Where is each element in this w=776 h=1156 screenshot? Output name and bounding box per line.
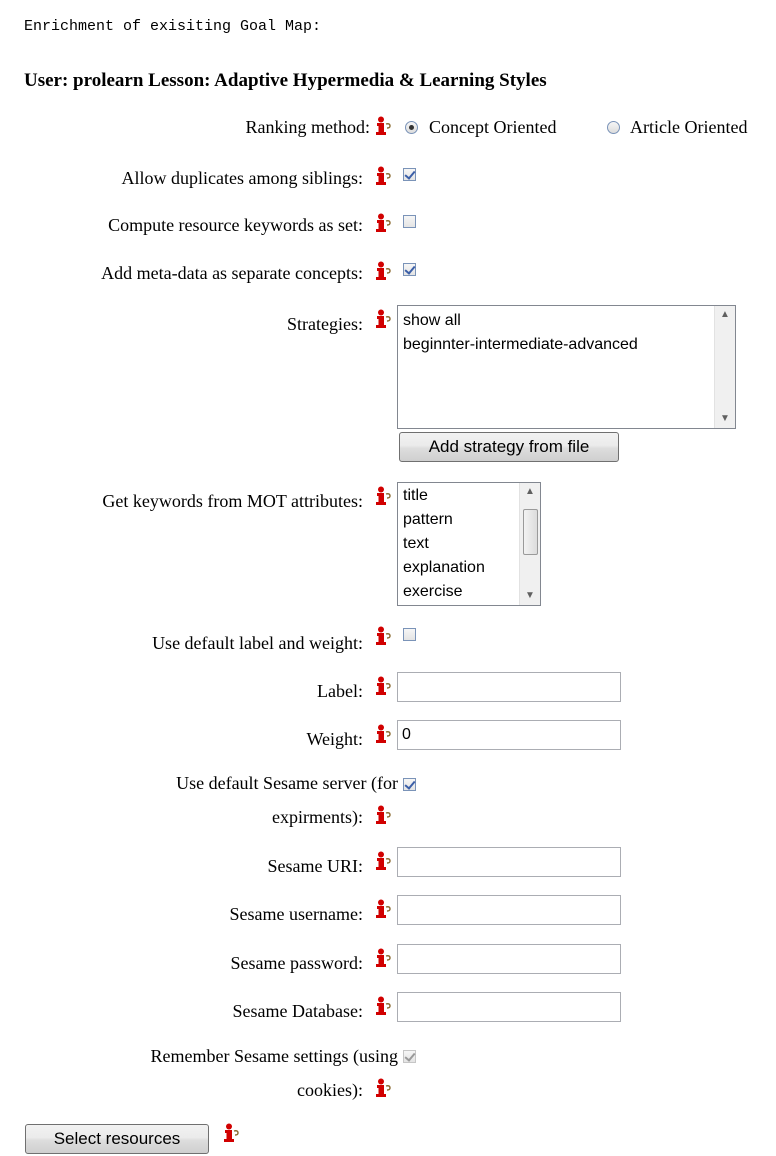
scroll-down-icon[interactable]: ▼ bbox=[520, 587, 540, 605]
user-lesson-heading: User: prolearn Lesson: Adaptive Hypermed… bbox=[24, 70, 547, 91]
info-icon[interactable] bbox=[375, 116, 391, 136]
info-icon[interactable] bbox=[375, 724, 391, 744]
page-title: Enrichment of exisiting Goal Map: bbox=[24, 18, 322, 35]
sesame-uri-input[interactable] bbox=[397, 847, 621, 877]
default-sesame-label: Use default Sesame server (for bbox=[176, 773, 398, 793]
scroll-thumb[interactable] bbox=[523, 509, 538, 555]
info-icon[interactable] bbox=[223, 1123, 239, 1143]
scroll-up-icon[interactable]: ▲ bbox=[520, 483, 540, 501]
mot-attributes-listbox[interactable]: title pattern text explanation exercise … bbox=[397, 482, 541, 606]
article-oriented-radio[interactable] bbox=[607, 121, 620, 134]
scroll-up-icon[interactable]: ▲ bbox=[715, 306, 735, 324]
default-sesame-label-cont: expirments): bbox=[272, 807, 363, 827]
info-icon[interactable] bbox=[375, 213, 391, 233]
info-icon[interactable] bbox=[375, 261, 391, 281]
label-input[interactable] bbox=[397, 672, 621, 702]
info-icon[interactable] bbox=[375, 166, 391, 186]
remember-sesame-label: Remember Sesame settings (using bbox=[150, 1046, 398, 1066]
mot-attributes-scrollbar[interactable]: ▲ ▼ bbox=[519, 483, 540, 605]
concept-oriented-label: Concept Oriented bbox=[429, 117, 557, 137]
sesame-database-input[interactable] bbox=[397, 992, 621, 1022]
info-icon[interactable] bbox=[375, 948, 391, 968]
strategies-listbox[interactable]: show all beginnter-intermediate-advanced… bbox=[397, 305, 736, 429]
default-label-weight-checkbox[interactable] bbox=[403, 628, 416, 641]
strategies-scrollbar[interactable]: ▲ ▼ bbox=[714, 306, 735, 428]
label-field-label: Label: bbox=[317, 681, 363, 701]
sesame-username-input[interactable] bbox=[397, 895, 621, 925]
select-resources-button[interactable]: Select resources bbox=[25, 1124, 209, 1154]
list-item[interactable]: show all bbox=[398, 309, 735, 333]
add-strategy-button[interactable]: Add strategy from file bbox=[399, 432, 619, 462]
info-icon[interactable] bbox=[375, 626, 391, 646]
remember-sesame-label-cont: cookies): bbox=[297, 1080, 363, 1100]
strategies-label: Strategies: bbox=[287, 314, 363, 334]
default-sesame-checkbox[interactable] bbox=[403, 778, 416, 791]
allow-duplicates-checkbox[interactable] bbox=[403, 168, 416, 181]
meta-data-checkbox[interactable] bbox=[403, 263, 416, 276]
info-icon[interactable] bbox=[375, 676, 391, 696]
keywords-as-set-checkbox[interactable] bbox=[403, 215, 416, 228]
weight-field-label: Weight: bbox=[306, 729, 363, 749]
keywords-as-set-label: Compute resource keywords as set: bbox=[108, 215, 363, 235]
sesame-password-input[interactable] bbox=[397, 944, 621, 974]
scroll-down-icon[interactable]: ▼ bbox=[715, 410, 735, 428]
info-icon[interactable] bbox=[375, 1078, 391, 1098]
remember-sesame-checkbox bbox=[403, 1050, 416, 1063]
info-icon[interactable] bbox=[375, 486, 391, 506]
sesame-uri-label: Sesame URI: bbox=[267, 856, 363, 876]
sesame-database-label: Sesame Database: bbox=[232, 1001, 363, 1021]
ranking-method-label: Ranking method: bbox=[245, 117, 371, 137]
concept-oriented-radio[interactable] bbox=[405, 121, 418, 134]
info-icon[interactable] bbox=[375, 309, 391, 329]
sesame-username-label: Sesame username: bbox=[229, 904, 363, 924]
list-item[interactable]: beginnter-intermediate-advanced bbox=[398, 333, 735, 357]
info-icon[interactable] bbox=[375, 851, 391, 871]
info-icon[interactable] bbox=[375, 996, 391, 1016]
meta-data-label: Add meta-data as separate concepts: bbox=[101, 263, 363, 283]
info-icon[interactable] bbox=[375, 805, 391, 825]
allow-duplicates-label: Allow duplicates among siblings: bbox=[121, 168, 363, 188]
weight-input[interactable]: 0 bbox=[397, 720, 621, 750]
sesame-password-label: Sesame password: bbox=[230, 953, 363, 973]
mot-attributes-label: Get keywords from MOT attributes: bbox=[102, 491, 363, 511]
article-oriented-label: Article Oriented bbox=[630, 117, 748, 137]
info-icon[interactable] bbox=[375, 899, 391, 919]
default-label-weight-label: Use default label and weight: bbox=[152, 633, 363, 653]
